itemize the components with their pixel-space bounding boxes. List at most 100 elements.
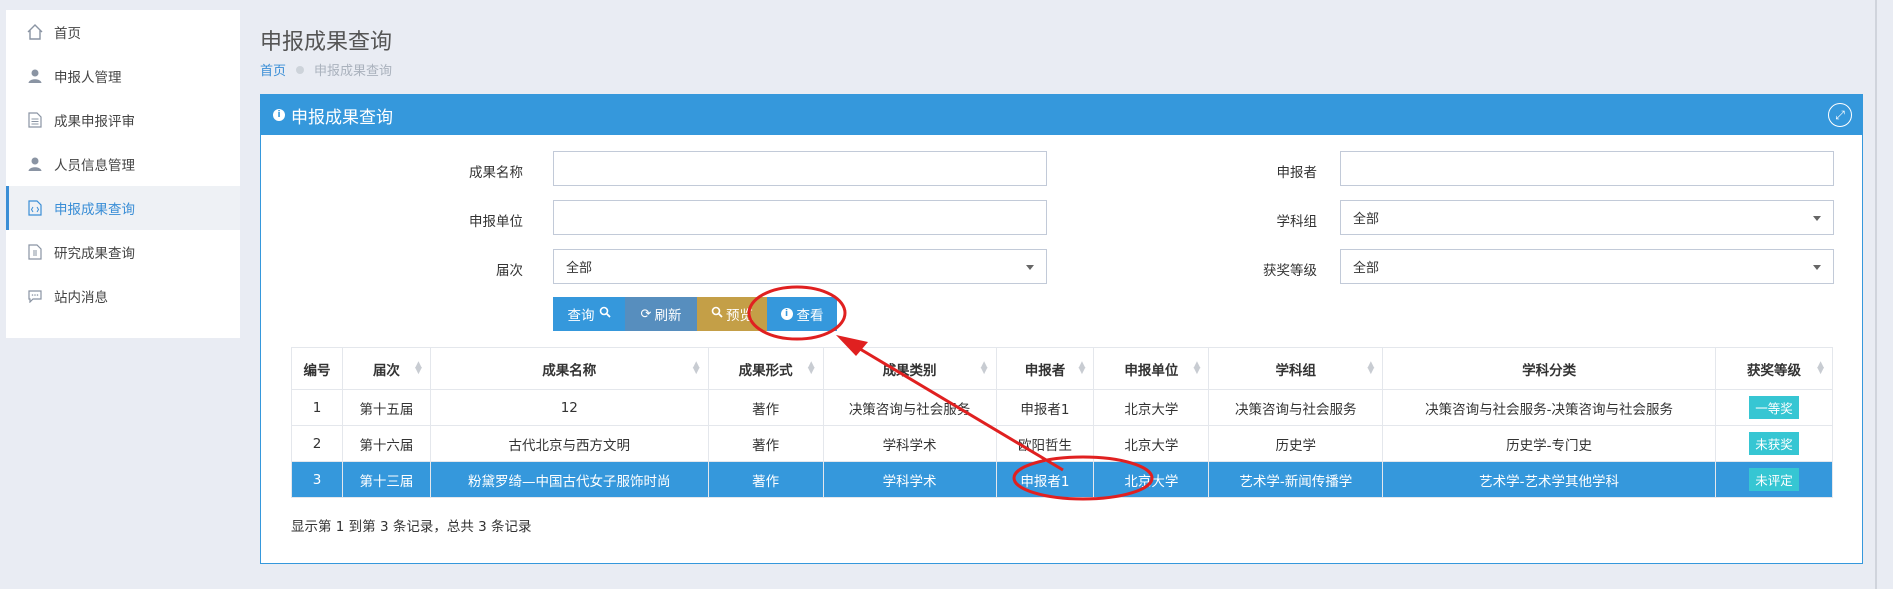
breadcrumb: 首页 申报成果查询 — [260, 60, 392, 79]
sidebar-item-label: 人员信息管理 — [54, 158, 135, 174]
refresh-icon: ⟳ — [640, 306, 652, 322]
info-icon: i — [780, 308, 793, 320]
cell-form: 著作 — [707, 461, 824, 498]
user-icon — [24, 65, 46, 87]
cell-unit: 北京大学 — [1093, 461, 1210, 498]
sidebar-item-review[interactable]: 成果申报评审 — [6, 98, 240, 142]
column-header[interactable]: 成果形式 ▲ ▼ — [707, 347, 824, 390]
chat-icon — [24, 285, 46, 307]
search-icon — [599, 306, 611, 322]
query-button[interactable]: 查询 — [553, 297, 625, 331]
column-header[interactable]: 成果名称 ▲ ▼ — [429, 347, 709, 390]
home-icon — [24, 21, 46, 43]
column-header[interactable]: 届次 ▲ ▼ — [341, 347, 431, 390]
cell-form: 著作 — [707, 425, 824, 462]
cell-session: 第十五届 — [341, 389, 431, 426]
sort-icon: ▲ ▼ — [980, 360, 988, 376]
cell-title: 12 — [429, 389, 709, 426]
session-select[interactable]: 全部 — [553, 249, 1047, 284]
column-header[interactable]: 获奖等级 ▲ ▼ — [1715, 347, 1833, 390]
sort-icon: ▲ ▼ — [1078, 360, 1086, 376]
cell-id: 3 — [291, 461, 343, 498]
cell-id: 1 — [291, 389, 343, 426]
view-button-label: 查看 — [796, 308, 824, 324]
sort-icon: ▲ ▼ — [1367, 360, 1375, 376]
name-input[interactable] — [553, 151, 1047, 186]
sidebar-item-research-query[interactable]: 研究成果查询 — [6, 230, 240, 274]
table-row[interactable]: 2 第十六届 古代北京与西方文明 著作 学科学术 欧阳哲生 北京大学 历史学 历… — [291, 425, 1833, 462]
reporter-input[interactable] — [1340, 151, 1834, 186]
cell-subject-class: 历史学-专门史 — [1382, 425, 1716, 462]
sort-icon: ▲ ▼ — [414, 360, 422, 376]
panel-title: 申报成果查询 — [291, 107, 393, 128]
cell-reporter: 申报者1 — [995, 389, 1095, 426]
sidebar-item-messages[interactable]: 站内消息 — [6, 274, 240, 318]
view-button[interactable]: i 查看 — [767, 297, 837, 331]
table-row[interactable]: 1 第十五届 12 著作 决策咨询与社会服务 申报者1 北京大学 决策咨询与社会… — [291, 389, 1833, 426]
user-icon — [24, 153, 46, 175]
cell-reporter: 申报者1 — [995, 461, 1095, 498]
cell-subject-class: 决策咨询与社会服务-决策咨询与社会服务 — [1382, 389, 1716, 426]
column-header[interactable]: 学科分类 — [1382, 347, 1716, 390]
cell-session: 第十三届 — [341, 461, 431, 498]
sidebar-item-label: 成果申报评审 — [54, 114, 135, 130]
sidebar-item-reporter-manage[interactable]: 申报人管理 — [6, 54, 240, 98]
sidebar-item-label: 研究成果查询 — [54, 246, 135, 262]
cell-reporter: 欧阳哲生 — [995, 425, 1095, 462]
subject-group-label: 学科组 — [1276, 214, 1318, 230]
column-header[interactable]: 申报者 ▲ ▼ — [995, 347, 1095, 390]
sidebar-item-declare-query[interactable]: 申报成果查询 — [6, 186, 240, 230]
fullscreen-icon[interactable]: ⤢ — [1828, 103, 1852, 127]
results-table: 编号 届次 ▲ ▼ 成果名称 ▲ ▼ 成果形式 ▲ ▼ 成果类别 ▲ ▼ 申报者 ▲ ▼ 申报单位 ▲… — [291, 347, 1833, 498]
sort-icon: ▲ ▼ — [807, 360, 815, 376]
sidebar: 首页 申报人管理 成果申报评审 人员信息管理 申报成果查询 研究成果查询 站内消… — [6, 10, 240, 338]
search-icon — [711, 306, 723, 322]
subject-group-select[interactable]: 全部 — [1340, 200, 1834, 235]
award-select[interactable]: 全部 — [1340, 249, 1834, 284]
sidebar-item-label: 首页 — [54, 26, 81, 42]
column-header[interactable]: 编号 — [291, 347, 343, 390]
cell-subject-group: 艺术学-新闻传播学 — [1208, 461, 1384, 498]
award-badge: 未获奖 — [1749, 432, 1799, 455]
preview-button-label: 预览 — [726, 308, 753, 324]
column-header[interactable]: 申报单位 ▲ ▼ — [1093, 347, 1210, 390]
breadcrumb-current: 申报成果查询 — [314, 64, 393, 79]
name-label: 成果名称 — [469, 165, 523, 181]
unit-label: 申报单位 — [469, 214, 523, 230]
code-file-icon — [24, 197, 46, 219]
scrollbar-track[interactable] — [1875, 0, 1877, 589]
award-label: 获奖等级 — [1263, 263, 1317, 279]
unit-input[interactable] — [553, 200, 1047, 235]
cell-subject-group: 决策咨询与社会服务 — [1208, 389, 1384, 426]
pagination-summary: 显示第 1 到第 3 条记录，总共 3 条记录 — [291, 519, 532, 535]
info-icon: i — [273, 109, 285, 121]
reporter-label: 申报者 — [1276, 165, 1318, 181]
column-header[interactable]: 成果类别 ▲ ▼ — [822, 347, 997, 390]
award-badge: 一等奖 — [1749, 396, 1799, 419]
sidebar-item-personnel[interactable]: 人员信息管理 — [6, 142, 240, 186]
cell-unit: 北京大学 — [1093, 389, 1210, 426]
preview-button[interactable]: 预览 — [697, 297, 767, 331]
column-header[interactable]: 学科组 ▲ ▼ — [1208, 347, 1384, 390]
table-header-row: 编号 届次 ▲ ▼ 成果名称 ▲ ▼ 成果形式 ▲ ▼ 成果类别 ▲ ▼ 申报者 ▲ ▼ 申报单位 ▲… — [291, 347, 1833, 390]
query-panel: i 申报成果查询 ⤢ 成果名称 申报者 申报单位 学科组 全部 届次 全部 获奖… — [260, 94, 1863, 564]
document-icon — [24, 109, 46, 131]
file-icon — [24, 241, 46, 263]
page-title: 申报成果查询 — [260, 30, 393, 55]
table-row-selected[interactable]: 3 第十三届 粉黛罗绮—中国古代女子服饰时尚 著作 学科学术 申报者1 北京大学… — [291, 461, 1833, 498]
cell-form: 著作 — [707, 389, 824, 426]
cell-category: 学科学术 — [822, 425, 997, 462]
sidebar-item-home[interactable]: 首页 — [6, 10, 240, 54]
sidebar-item-label: 申报成果查询 — [54, 202, 135, 218]
cell-session: 第十六届 — [341, 425, 431, 462]
cell-category: 学科学术 — [822, 461, 997, 498]
sort-icon: ▲ ▼ — [692, 360, 700, 376]
sort-icon: ▲ ▼ — [1193, 360, 1201, 376]
cell-award: 未获奖 — [1715, 425, 1833, 462]
cell-subject-class: 艺术学-艺术学其他学科 — [1382, 461, 1716, 498]
breadcrumb-home-link[interactable]: 首页 — [260, 60, 286, 79]
refresh-button[interactable]: ⟳ 刷新 — [625, 297, 697, 331]
sidebar-item-label: 申报人管理 — [54, 70, 122, 86]
cell-award: 未评定 — [1715, 461, 1833, 498]
cell-category: 决策咨询与社会服务 — [822, 389, 997, 426]
